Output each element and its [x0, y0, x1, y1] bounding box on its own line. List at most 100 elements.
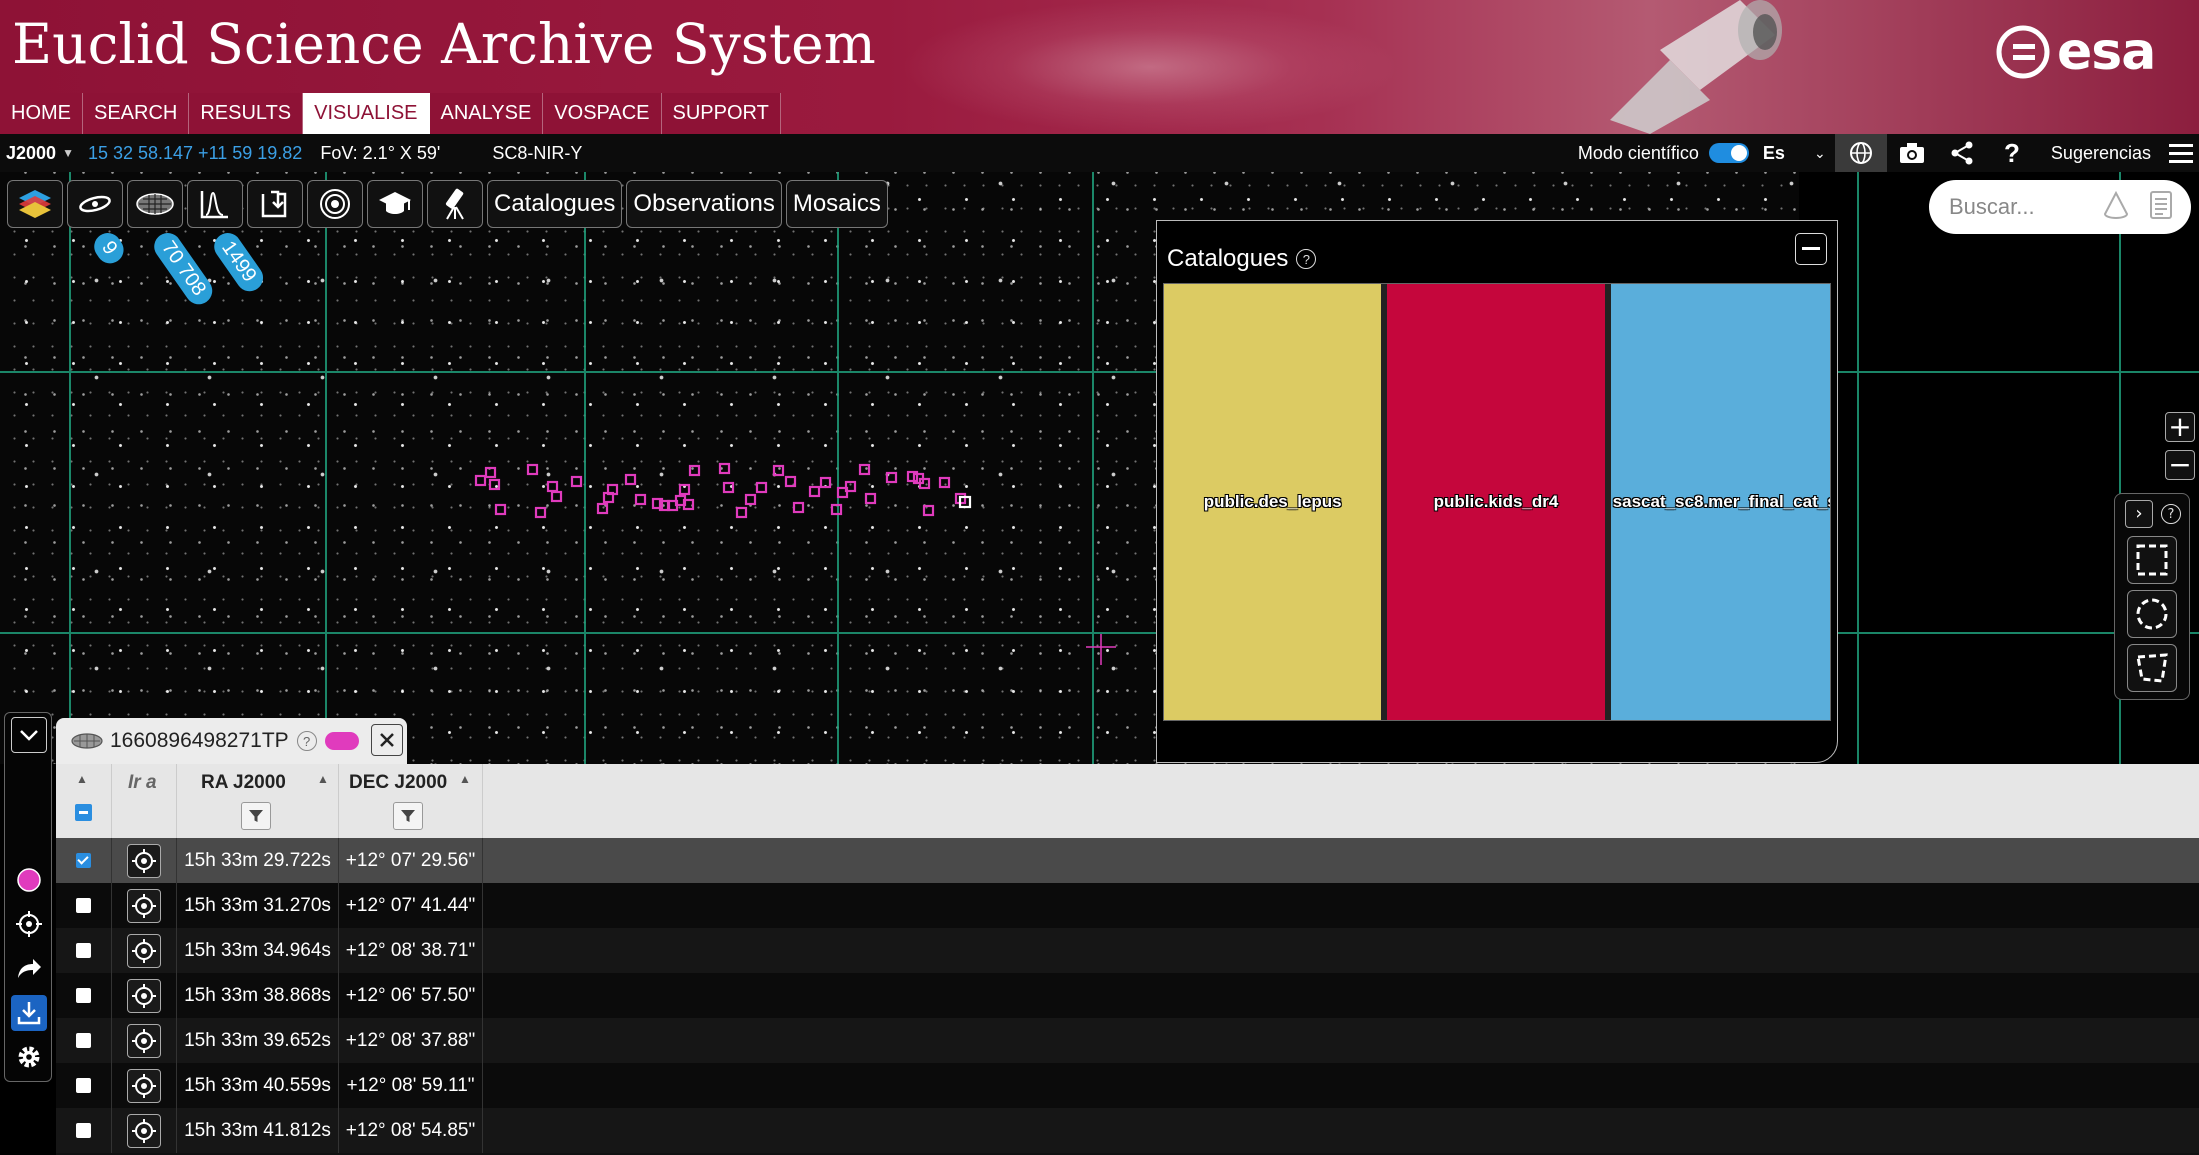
help-icon[interactable]: ? [1296, 249, 1317, 269]
language-select[interactable]: Es [1763, 143, 1785, 164]
table-row[interactable]: 15h 33m 34.964s +12° 08' 38.71" [56, 928, 2199, 973]
chevron-down-icon[interactable]: ▼ [62, 146, 74, 160]
catalogues-treemap: public.des_lepus public.kids_dr4 sascat_… [1163, 283, 1831, 721]
row-checkbox[interactable] [76, 988, 91, 1003]
nav-search[interactable]: SEARCH [83, 93, 190, 134]
ra-cell: 15h 33m 38.868s [177, 973, 339, 1018]
nav-support[interactable]: SUPPORT [662, 93, 781, 134]
esa-logo[interactable]: esa [1995, 22, 2156, 82]
row-checkbox[interactable] [76, 943, 91, 958]
table-row[interactable]: 15h 33m 39.652s +12° 08' 37.88" [56, 1018, 2199, 1063]
dec-filter-button[interactable] [393, 802, 423, 830]
goto-button[interactable] [127, 1113, 161, 1148]
target-button[interactable] [307, 180, 363, 228]
catalogues-button[interactable]: Catalogues [487, 180, 623, 228]
overlay-color-swatch[interactable] [324, 732, 359, 750]
help-icon[interactable]: ? [296, 731, 317, 751]
globe-icon[interactable] [1834, 134, 1887, 172]
row-checkbox[interactable] [76, 898, 91, 913]
nav-results[interactable]: RESULTS [189, 93, 304, 134]
goto-cell [112, 973, 177, 1018]
minimize-button[interactable] [1795, 233, 1827, 265]
row-select-cell [56, 1108, 112, 1153]
row-checkbox[interactable] [76, 1033, 91, 1048]
results-tab[interactable]: 1660896498271TP ? [56, 718, 407, 764]
goto-column-label: Ir a [128, 772, 157, 793]
search-input[interactable]: Buscar... [1929, 180, 2191, 234]
camera-icon[interactable] [1887, 134, 1937, 172]
rectangle-select-button[interactable] [2127, 536, 2177, 584]
goto-button[interactable] [127, 1023, 161, 1058]
cursor-coordinates[interactable]: 15 32 58.147 +11 59 19.82 [88, 143, 302, 164]
row-checkbox[interactable] [76, 1078, 91, 1093]
goto-button[interactable] [127, 1068, 161, 1103]
overlay-color-button[interactable] [11, 862, 47, 898]
sort-icon[interactable]: ▲ [459, 772, 471, 786]
spectrum-icon [200, 191, 228, 219]
chevron-right-icon[interactable]: › [2125, 500, 2153, 528]
row-checkbox[interactable] [76, 853, 91, 868]
cutout-button[interactable] [247, 180, 303, 228]
menu-icon[interactable] [2163, 134, 2199, 172]
share-results-button[interactable] [11, 950, 47, 986]
science-mode-toggle[interactable] [1708, 143, 1749, 163]
source-markers[interactable] [474, 462, 967, 519]
nav-vospace[interactable]: VOSPACE [543, 93, 662, 134]
nav-visualise[interactable]: VISUALISE [303, 93, 430, 134]
layers-button[interactable] [7, 180, 63, 228]
zoom-in-button[interactable]: + [2165, 412, 2195, 442]
suggestions-link[interactable]: Sugerencias [2051, 143, 2151, 164]
table-row[interactable]: 15h 33m 38.868s +12° 06' 57.50" [56, 973, 2199, 1018]
goto-cell [112, 1018, 177, 1063]
polygon-select-button[interactable] [2127, 644, 2177, 692]
collapse-results-button[interactable] [11, 717, 47, 753]
circle-select-button[interactable] [2127, 590, 2177, 638]
row-checkbox[interactable] [76, 1123, 91, 1138]
center-view-button[interactable] [11, 906, 47, 942]
catalogue-tile-kids-dr4[interactable]: public.kids_dr4 [1387, 284, 1605, 720]
crosshair-icon [132, 1028, 156, 1053]
goto-column-header: Ir a [112, 764, 177, 838]
ra-filter-button[interactable] [241, 802, 271, 830]
table-row[interactable]: 15h 33m 31.270s +12° 07' 41.44" [56, 883, 2199, 928]
observations-footprint-button[interactable] [127, 180, 183, 228]
share-icon[interactable] [1937, 134, 1987, 172]
dec-column-header[interactable]: DEC J2000 ▲ [339, 764, 483, 838]
catalogues-panel-header: Catalogues ? [1167, 245, 1317, 273]
sort-icon[interactable]: ▲ [317, 772, 329, 786]
coordinate-frame-select[interactable]: J2000 [6, 143, 56, 164]
observations-button[interactable]: Observations [626, 180, 782, 228]
mosaics-button[interactable]: Mosaics [785, 180, 888, 228]
goto-button[interactable] [127, 843, 161, 878]
table-row[interactable]: 15h 33m 40.559s +12° 08' 59.11" [56, 1063, 2199, 1108]
tutorial-button[interactable] [367, 180, 423, 228]
table-row[interactable]: 15h 33m 41.812s +12° 08' 54.85" [56, 1108, 2199, 1153]
nav-home[interactable]: HOME [0, 93, 83, 134]
selection-tools-header: › ? [2125, 500, 2181, 528]
telescope-button[interactable] [427, 180, 483, 228]
help-icon[interactable]: ? [2161, 504, 2181, 524]
close-tab-button[interactable] [371, 724, 403, 756]
sky-viewer[interactable] [0, 172, 2199, 764]
galaxy-button[interactable] [67, 180, 123, 228]
catalogue-tile-mer-final-cat[interactable]: sascat_sc8.mer_final_cat_sc8 [1610, 284, 1830, 720]
spectra-button[interactable] [187, 180, 243, 228]
settings-button[interactable] [11, 1039, 47, 1075]
goto-button[interactable] [127, 978, 161, 1013]
goto-button[interactable] [127, 888, 161, 923]
table-row[interactable]: 15h 33m 29.722s +12° 07' 29.56" [56, 838, 2199, 883]
download-button[interactable] [11, 995, 47, 1031]
goto-button[interactable] [127, 933, 161, 968]
nav-analyse[interactable]: ANALYSE [430, 93, 544, 134]
filter-icon [401, 810, 415, 822]
ra-column-header[interactable]: RA J2000 ▲ [177, 764, 339, 838]
zoom-out-button[interactable]: − [2165, 450, 2195, 480]
list-upload-icon[interactable] [2149, 190, 2173, 220]
app-root: Euclid Science Archive System esa HOME S… [0, 0, 2199, 1155]
sort-icon[interactable]: ▲ [76, 772, 88, 786]
cone-search-icon[interactable] [2101, 190, 2131, 220]
row-select-cell [56, 928, 112, 973]
catalogue-tile-des-lepus[interactable]: public.des_lepus [1164, 284, 1382, 720]
chevron-down-icon[interactable]: ⌄ [1805, 134, 1835, 172]
help-icon[interactable]: ? [1987, 134, 2037, 172]
